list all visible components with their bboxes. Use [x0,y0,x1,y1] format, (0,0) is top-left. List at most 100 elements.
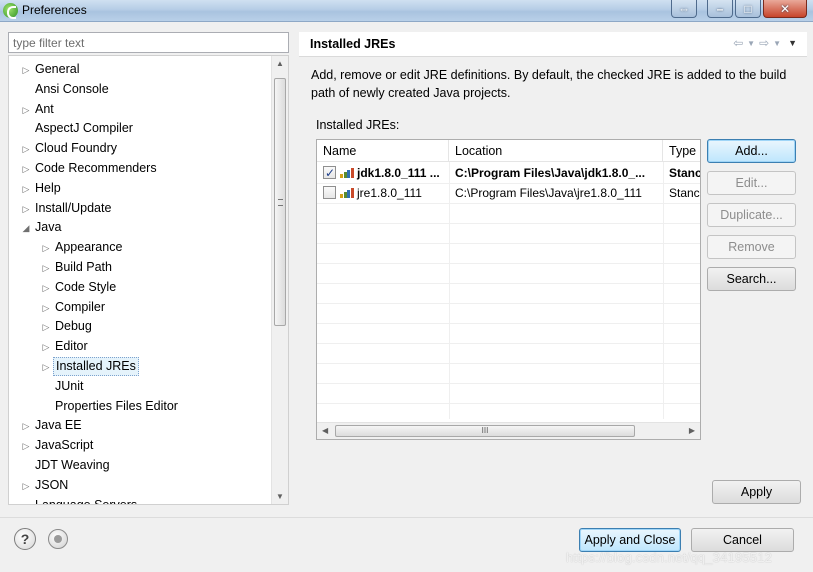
tree-item[interactable]: ▷ Ant [19,99,56,119]
help-icon[interactable]: ? [14,528,36,550]
jre-list-label: Installed JREs: [316,118,400,132]
grid-line [317,223,700,224]
grid-line [317,343,700,344]
cell-type: Stanc [669,186,700,200]
tree-item[interactable]: ▷ Java EE [19,415,84,435]
back-arrow-icon[interactable]: ⇦ [733,36,743,50]
jre-name: jdk1.8.0_111 ... [357,166,440,180]
forward-arrow-icon[interactable]: ⇨ [759,36,769,50]
column-header-location[interactable]: Location [449,140,663,162]
table-row[interactable]: jdk1.8.0_111 ... C:\Program Files\Java\jd… [317,163,700,183]
expand-arrow-icon[interactable]: ▷ [39,317,53,337]
tree-item-label: Cloud Foundry [35,141,117,156]
close-button[interactable]: ✕ [763,0,807,18]
tree-item-label: Editor [55,339,88,354]
scroll-down-arrow-icon[interactable]: ▼ [276,492,284,501]
jre-table[interactable]: Name Location Type jdk1.8.0_111 ... C:\Pr… [316,139,701,440]
cancel-button[interactable]: Cancel [691,528,794,552]
view-menu-icon[interactable]: ▼ [788,38,797,48]
table-horizontal-scrollbar[interactable]: ◀ III ▶ [317,422,700,439]
expand-arrow-icon[interactable]: ▷ [39,357,53,377]
apply-and-close-button[interactable]: Apply and Close [579,528,681,552]
tree-item[interactable]: ▷ Help [19,178,63,198]
expand-arrow-icon[interactable]: ▷ [19,60,33,80]
tree-item[interactable]: ▷ Code Recommenders [19,158,159,178]
filter-input[interactable]: type filter text [8,32,289,53]
remove-button[interactable]: Remove [707,235,796,259]
grid-line [317,263,700,264]
duplicate-button[interactable]: Duplicate... [707,203,796,227]
forward-dropdown-icon[interactable]: ▼ [773,39,781,48]
scrollbar-thumb[interactable] [274,78,286,326]
expand-arrow-icon[interactable]: ▷ [39,258,53,278]
add-button[interactable]: Add... [707,139,796,163]
tree-item-label: Code Recommenders [35,161,157,175]
tree-item[interactable]: Language Servers [19,495,139,504]
tree-item[interactable]: ▷ JSON [19,475,70,495]
title-bar[interactable]: Preferences ⇔ – □ ✕ [0,0,813,22]
tree-item[interactable]: Ansi Console [19,79,111,99]
minimize-button[interactable]: – [707,0,733,18]
tree-item[interactable]: ▷ Cloud Foundry [19,138,119,158]
maximize-button[interactable]: □ [735,0,761,18]
grid-line [317,323,700,324]
collapse-arrow-icon[interactable]: ◢ [19,218,33,238]
preferences-tree[interactable]: ▷ General Ansi Console ▷ Ant AspectJ Compiler… [8,55,289,505]
expand-arrow-icon[interactable]: ▷ [39,337,53,357]
jre-checkbox[interactable] [323,186,336,199]
tree-item-label: Ansi Console [35,81,109,96]
tree-item-label: Compiler [55,299,106,314]
tree-item[interactable]: ▷ Build Path [39,257,114,277]
scroll-up-arrow-icon[interactable]: ▲ [276,59,284,68]
window-title: Preferences [22,3,87,17]
tree-item-label: AspectJ Compiler [35,121,133,136]
grid-line [317,403,700,404]
tree-item-label: Build Path [55,260,112,274]
tree-vertical-scrollbar[interactable]: ▲ ▼ [271,56,288,504]
window-menu-button[interactable]: ⇔ [671,0,697,18]
eclipse-logo-icon [3,3,18,19]
tree-item[interactable]: Properties Files Editor [39,396,180,416]
expand-arrow-icon[interactable]: ▷ [19,476,33,496]
search-button[interactable]: Search... [707,267,796,291]
expand-arrow-icon[interactable]: ▷ [19,179,33,199]
tree-item[interactable]: JUnit [39,376,85,396]
tree-item[interactable]: ◢ Java [19,217,63,237]
apply-button[interactable]: Apply [712,480,801,504]
table-scrollbar-thumb[interactable]: III [335,425,635,437]
expand-arrow-icon[interactable]: ▷ [19,100,33,120]
expand-arrow-icon[interactable]: ▷ [19,416,33,436]
tree-item[interactable]: JDT Weaving [19,455,112,475]
page-header: Installed JREs ⇦ ▼ ⇨ ▼ ▼ [299,32,807,57]
expand-arrow-icon[interactable]: ▷ [19,159,33,179]
scroll-right-arrow-icon[interactable]: ▶ [689,426,695,435]
column-header-type[interactable]: Type [663,140,700,162]
tree-item[interactable]: ▷ Installed JREs [39,356,139,376]
jre-checkbox[interactable] [323,163,336,183]
scroll-left-arrow-icon[interactable]: ◀ [322,426,328,435]
import-export-icon[interactable] [48,529,68,549]
expand-arrow-icon[interactable]: ▷ [39,278,53,298]
edit-button[interactable]: Edit... [707,171,796,195]
expand-arrow-icon[interactable]: ▷ [19,436,33,456]
tree-item[interactable]: ▷ Appearance [39,237,124,257]
page-navigation: ⇦ ▼ ⇨ ▼ ▼ [733,36,797,50]
expand-arrow-icon[interactable]: ▷ [19,199,33,219]
tree-item[interactable]: ▷ Debug [39,316,94,336]
tree-item[interactable]: ▷ Compiler [39,297,107,317]
tree-item[interactable]: ▷ Install/Update [19,198,113,218]
tree-item-label: Java EE [35,418,82,433]
expand-arrow-icon[interactable]: ▷ [19,139,33,159]
tree-item[interactable]: ▷ Code Style [39,277,118,297]
tree-item[interactable]: AspectJ Compiler [19,118,135,138]
column-header-name[interactable]: Name [317,140,449,162]
tree-item[interactable]: ▷ General [19,59,81,79]
tree-item[interactable]: ▷ Editor [39,336,90,356]
expand-arrow-icon[interactable]: ▷ [39,298,53,318]
table-row[interactable]: jre1.8.0_111 C:\Program Files\Java\jre1.8… [317,183,700,203]
tree-item[interactable]: ▷ JavaScript [19,435,95,455]
expand-arrow-icon[interactable]: ▷ [39,238,53,258]
back-dropdown-icon[interactable]: ▼ [747,39,755,48]
cell-name: jdk1.8.0_111 ... [319,163,449,183]
tree-item-label: Ant [35,101,54,116]
